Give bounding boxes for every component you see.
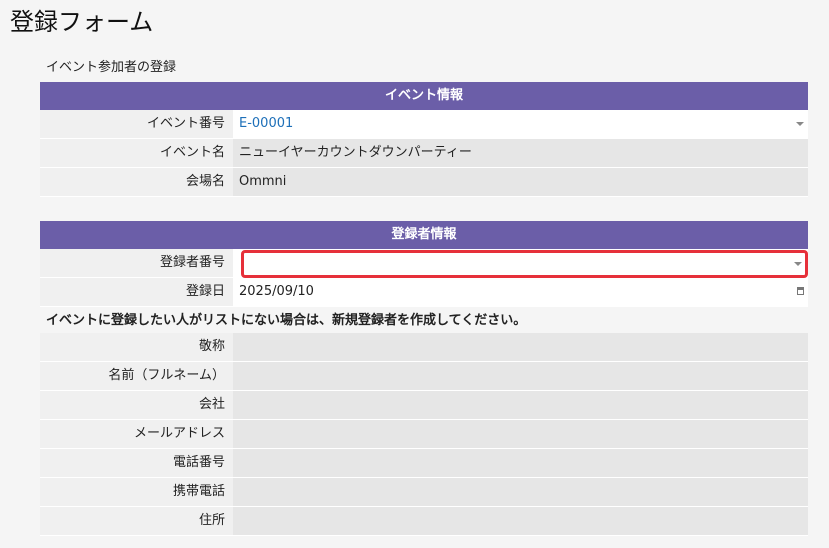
event-name-value: ニューイヤーカウントダウンパーティー [233, 139, 808, 167]
address-field[interactable] [233, 507, 808, 535]
full-name-row: 名前（フルネーム） [40, 362, 808, 391]
registration-date-row: 登録日 2025/09/10 [40, 278, 808, 307]
full-name-label: 名前（フルネーム） [40, 362, 233, 390]
registration-date-input[interactable]: 2025/09/10 [233, 278, 808, 306]
chevron-down-icon[interactable] [796, 261, 804, 265]
registrant-number-label: 登録者番号 [40, 249, 233, 277]
mobile-field[interactable] [233, 478, 808, 506]
address-row: 住所 [40, 507, 808, 536]
form-subtitle: イベント参加者の登録 [46, 60, 177, 75]
honorific-field[interactable] [233, 333, 808, 361]
event-number-label: イベント番号 [40, 110, 233, 138]
registration-date-value[interactable]: 2025/09/10 [239, 284, 314, 299]
email-field[interactable] [233, 420, 808, 448]
page-title: 登録フォーム [10, 8, 154, 36]
phone-row: 電話番号 [40, 449, 808, 478]
event-number-value[interactable]: E-00001 [239, 116, 293, 131]
phone-field[interactable] [233, 449, 808, 477]
venue-name-value: Ommni [233, 168, 808, 196]
email-row: メールアドレス [40, 420, 808, 449]
full-name-field[interactable] [233, 362, 808, 390]
phone-label: 電話番号 [40, 449, 233, 477]
event-number-row: イベント番号 E-00001 [40, 110, 808, 139]
registrant-info-header: 登録者情報 [40, 221, 808, 249]
registrant-number-row: 登録者番号 [40, 249, 808, 278]
honorific-label: 敬称 [40, 333, 233, 361]
address-label: 住所 [40, 507, 233, 535]
honorific-row: 敬称 [40, 333, 808, 362]
venue-name-row: 会場名 Ommni [40, 168, 808, 197]
new-registrant-section: 敬称 名前（フルネーム） 会社 メールアドレス 電話番号 携帯電話 住所 [40, 333, 808, 536]
company-row: 会社 [40, 391, 808, 420]
event-info-section: イベント情報 イベント番号 E-00001 イベント名 ニューイヤーカウントダウ… [40, 82, 808, 197]
mobile-label: 携帯電話 [40, 478, 233, 506]
venue-name-label: 会場名 [40, 168, 233, 196]
event-name-label: イベント名 [40, 139, 233, 167]
registrant-info-section: 登録者情報 登録者番号 登録日 2025/09/10 [40, 221, 808, 307]
event-info-header: イベント情報 [40, 82, 808, 110]
mobile-row: 携帯電話 [40, 478, 808, 507]
registration-date-label: 登録日 [40, 278, 233, 306]
company-label: 会社 [40, 391, 233, 419]
chevron-down-icon[interactable] [796, 122, 804, 126]
calendar-icon[interactable] [797, 287, 804, 295]
event-number-select[interactable]: E-00001 [233, 110, 808, 138]
registrant-number-select[interactable] [233, 249, 808, 277]
company-field[interactable] [233, 391, 808, 419]
event-name-row: イベント名 ニューイヤーカウントダウンパーティー [40, 139, 808, 168]
email-label: メールアドレス [40, 420, 233, 448]
new-registrant-notice: イベントに登録したい人がリストにない場合は、新規登録者を作成してください。 [46, 313, 527, 328]
